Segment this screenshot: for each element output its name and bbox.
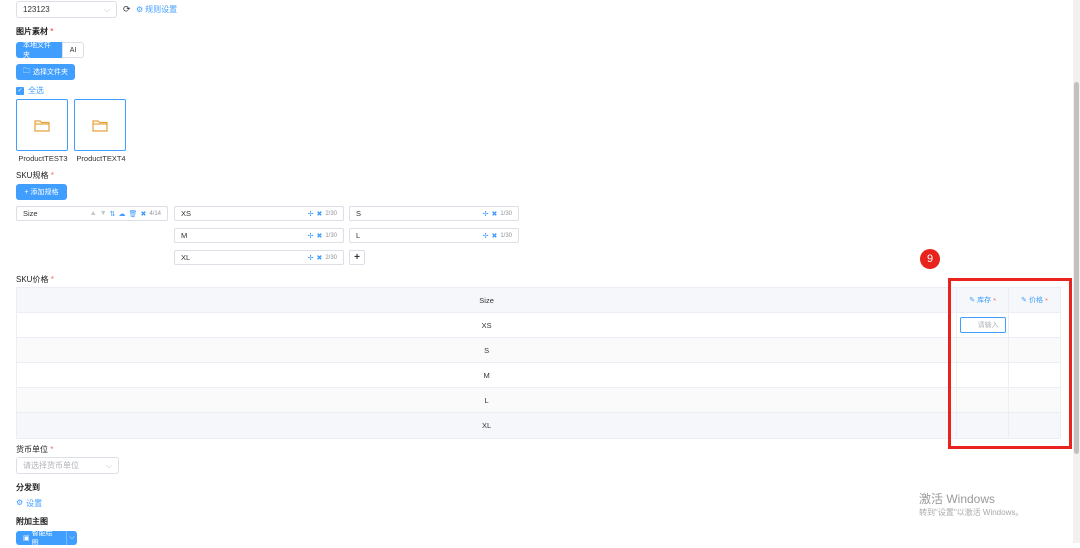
select-all-checkbox[interactable]: ✓ 全选	[16, 85, 44, 96]
distribute-title: 分发到	[16, 483, 40, 492]
tab-local-folder[interactable]: 本地文件夹	[16, 42, 62, 59]
folder-card-1[interactable]	[16, 99, 68, 151]
cloud-icon[interactable]: ☁	[119, 210, 126, 218]
gear-icon: ⚙	[136, 5, 144, 14]
close-icon[interactable]: ✖	[491, 210, 497, 218]
sku-price-title: SKU价格 *	[16, 275, 54, 284]
spec-name-input[interactable]: Size ▲ ▼ ⇅ ☁ 🗑 ✖ 4/14	[16, 206, 168, 221]
chevron-down-icon: ⌵	[103, 4, 110, 14]
move-icon[interactable]: ✢	[308, 232, 314, 240]
folder-name-2: ProductTEXT4	[76, 154, 126, 163]
folder-icon: 🗀	[23, 67, 30, 75]
table-row: XL	[17, 413, 1060, 438]
select-folder-button[interactable]: 🗀 选择文件夹	[16, 64, 75, 80]
sku-price-table: Size ✎ 库存 * ✎ 价格 * XS 请输入 S M L XL	[16, 287, 1061, 439]
distribute-settings-link[interactable]: ⚙ 设置	[16, 498, 42, 509]
table-row: XS 请输入	[17, 313, 1060, 338]
rule-settings-link[interactable]: ⚙ 规则设置	[136, 4, 177, 15]
image-material-title: 图片素材 *	[16, 27, 54, 36]
step-marker: 9	[920, 249, 940, 269]
spec-value-input-m[interactable]: M ✢ ✖ 1/30	[174, 228, 344, 243]
chevron-down-icon: ⌵	[105, 460, 112, 470]
scrollbar[interactable]	[1073, 0, 1080, 543]
move-icon[interactable]: ✢	[308, 254, 314, 262]
arrow-down-icon[interactable]: ▼	[100, 210, 107, 217]
activation-watermark-text: 转到"设置"以激活 Windows。	[919, 508, 1024, 517]
move-icon[interactable]: ✢	[308, 210, 314, 218]
plus-icon: +	[354, 252, 360, 263]
sort-icon[interactable]: ⇅	[110, 210, 116, 218]
header-size: Size	[479, 295, 494, 305]
sku-spec-title: SKU规格 *	[16, 171, 54, 180]
table-row: S	[17, 338, 1060, 363]
spec-value-input-xl[interactable]: XL ✢ ✖ 2/30	[174, 250, 344, 265]
spec-value-input-l[interactable]: L ✢ ✖ 1/30	[349, 228, 519, 243]
add-spec-button[interactable]: + 添加规格	[16, 184, 67, 200]
image-icon: ▣	[23, 535, 30, 542]
move-icon[interactable]: ✢	[483, 210, 489, 218]
move-icon[interactable]: ✢	[483, 232, 489, 240]
activation-watermark-title: 激活 Windows	[919, 492, 996, 506]
rule-select-value: 123123	[23, 5, 50, 14]
gear-icon: ⚙	[16, 498, 24, 507]
currency-title: 货币单位 *	[16, 445, 54, 454]
plus-icon: +	[24, 188, 29, 196]
arrow-up-icon[interactable]: ▲	[90, 210, 97, 217]
checkbox-checked-icon: ✓	[16, 86, 24, 95]
tab-ai[interactable]: AI	[62, 42, 84, 58]
highlight-frame	[948, 278, 1072, 449]
close-icon[interactable]: ✖	[316, 210, 322, 218]
close-icon[interactable]: ✖	[316, 254, 322, 262]
close-icon[interactable]: ✖	[140, 210, 146, 218]
close-icon[interactable]: ✖	[316, 232, 322, 240]
spec-value-input-s[interactable]: S ✢ ✖ 1/30	[349, 206, 519, 221]
rule-select[interactable]: 123123 ⌵	[16, 1, 117, 18]
folder-icon	[34, 119, 50, 132]
currency-select[interactable]: 请选择货币单位 ⌵	[16, 457, 119, 474]
table-header-row: Size ✎ 库存 * ✎ 价格 *	[17, 288, 1060, 313]
trash-icon[interactable]: 🗑	[129, 210, 138, 218]
close-icon[interactable]: ✖	[491, 232, 497, 240]
folder-card-2[interactable]	[74, 99, 126, 151]
table-row: M	[17, 363, 1060, 388]
extra-image-title: 附加主图	[16, 517, 48, 526]
add-spec-value-button[interactable]: +	[349, 250, 365, 265]
scrollbar-thumb[interactable]	[1074, 82, 1079, 454]
folder-icon	[92, 119, 108, 132]
folder-name-1: ProductTEST3	[18, 154, 68, 163]
image-source-tabs: 本地文件夹 AI	[16, 42, 84, 59]
spec-value-input-xs[interactable]: XS ✢ ✖ 2/30	[174, 206, 344, 221]
refresh-icon[interactable]: ⟳	[123, 4, 131, 15]
table-row: L	[17, 388, 1060, 413]
